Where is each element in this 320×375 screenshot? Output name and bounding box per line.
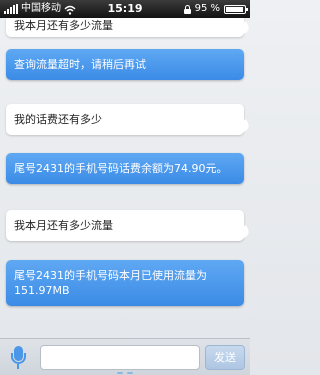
page-indicator [0, 372, 250, 374]
chat-list[interactable]: 我本月还有多少流量 查询流量超时，请稍后再试 我的话费还有多少 尾号2431的手… [0, 18, 250, 338]
message-input[interactable] [40, 345, 200, 370]
bot-message[interactable]: 尾号2431的手机号码本月已使用流量为151.97MB [6, 260, 244, 306]
battery-fill [226, 6, 243, 12]
bot-message[interactable]: 尾号2431的手机号码话费余额为74.90元。 [6, 153, 244, 184]
microphone-icon[interactable] [10, 346, 26, 370]
user-message[interactable]: 我本月还有多少流量 [6, 18, 244, 37]
send-button[interactable]: 发送 [205, 345, 245, 370]
status-bar: 中国移动 15:19 95 % [0, 0, 250, 18]
orientation-lock-icon [183, 4, 191, 14]
input-bar: 发送 [0, 338, 250, 375]
battery-icon [224, 4, 248, 14]
user-message[interactable]: 我的话费还有多少 [6, 104, 244, 135]
battery-percent: 95 % [194, 3, 220, 14]
bot-message[interactable]: 查询流量超时，请稍后再试 [6, 49, 244, 80]
user-message[interactable]: 我本月还有多少流量 [6, 210, 244, 241]
status-right: 95 % [183, 0, 248, 18]
